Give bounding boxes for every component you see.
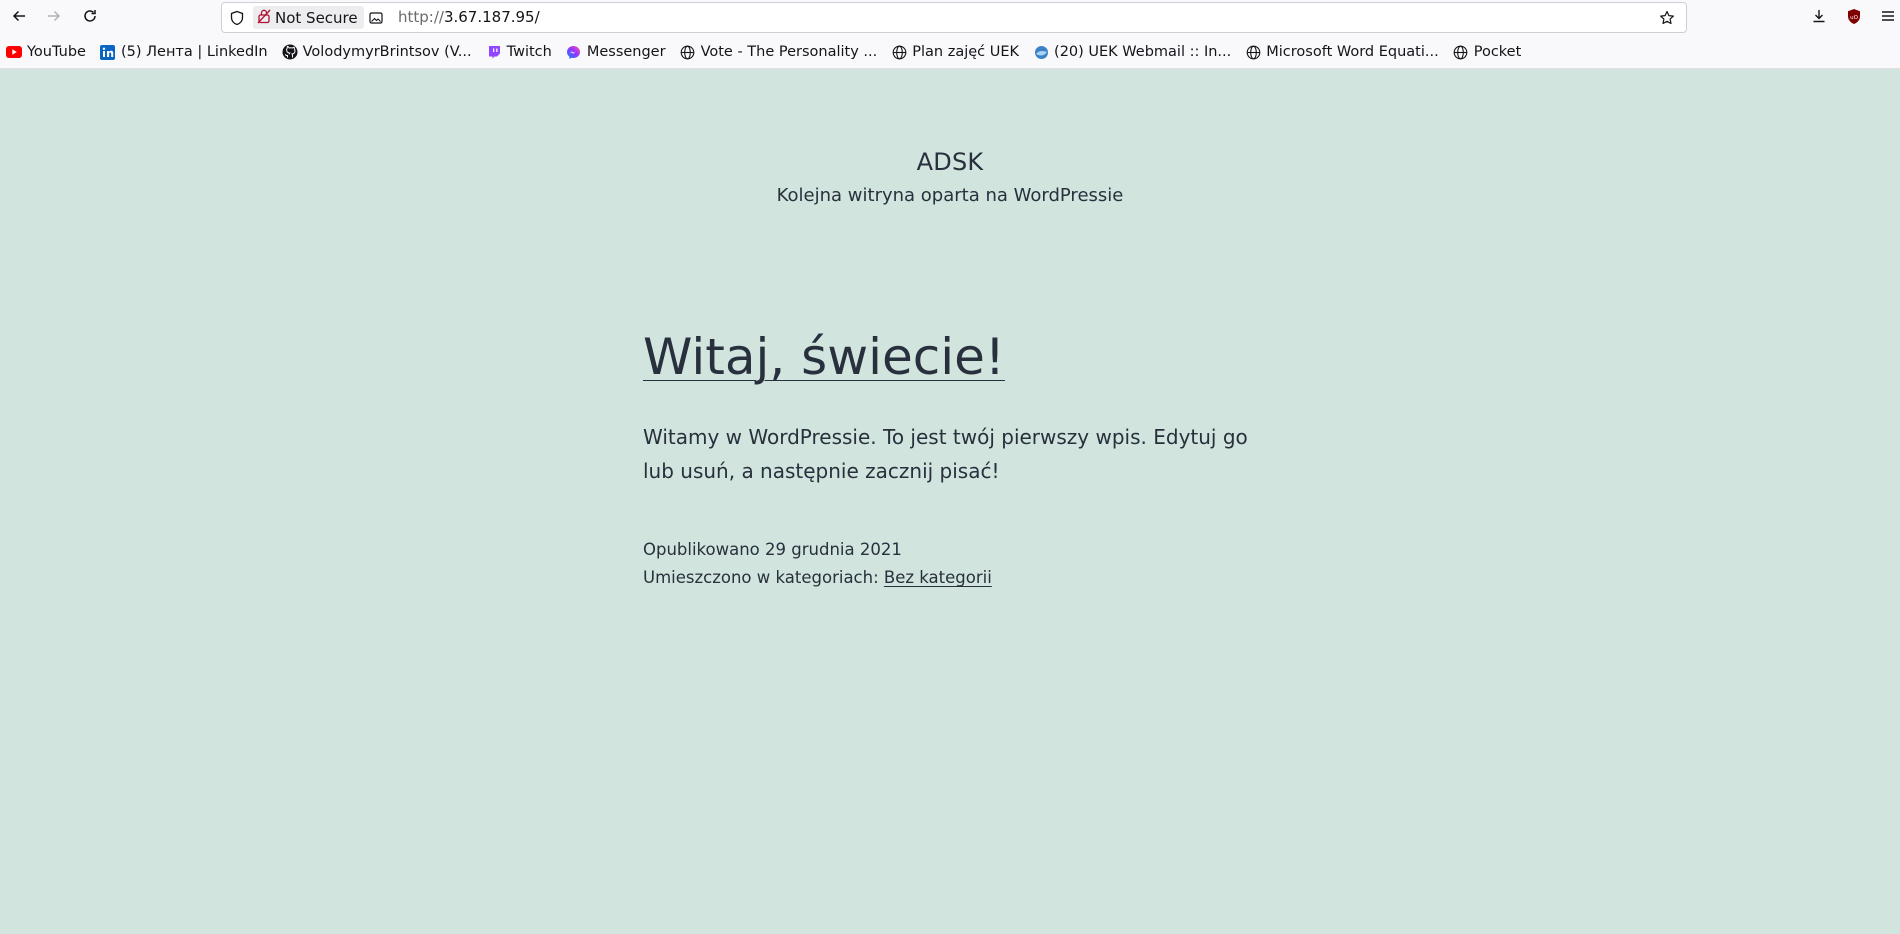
reload-icon xyxy=(82,8,98,28)
github-icon xyxy=(282,44,298,60)
globe-icon xyxy=(1245,44,1261,60)
ublock-extension-button[interactable]: uO xyxy=(1844,8,1864,28)
bookmark-star-icon[interactable] xyxy=(1658,9,1676,27)
url-host: 3.67.187.95/ xyxy=(443,8,540,26)
url-text[interactable]: http://3.67.187.95/ xyxy=(398,8,540,26)
linkedin-icon xyxy=(100,44,116,60)
bookmark-pocket[interactable]: Pocket xyxy=(1453,40,1522,64)
page-image-icon[interactable] xyxy=(368,10,384,26)
post-categories: Umieszczono w kategoriach: Bez kategorii xyxy=(643,568,992,587)
tracking-shield-icon[interactable] xyxy=(228,9,246,27)
bookmark-label: YouTube xyxy=(27,44,86,60)
reload-button[interactable] xyxy=(78,6,102,30)
bookmark-uek-webmail[interactable]: (20) UEK Webmail :: In... xyxy=(1033,40,1231,64)
hamburger-menu-icon xyxy=(1880,8,1896,28)
twitch-icon xyxy=(486,44,502,60)
app-menu-button[interactable] xyxy=(1878,8,1898,28)
bookmark-word-equations[interactable]: Microsoft Word Equati... xyxy=(1245,40,1439,64)
bookmark-label: (5) Лента | LinkedIn xyxy=(120,44,268,60)
bookmark-label: Messenger xyxy=(586,44,666,60)
post-content: Witamy w WordPressie. To jest twój pierw… xyxy=(643,425,1248,483)
globe-icon xyxy=(891,44,907,60)
back-button[interactable] xyxy=(7,6,31,30)
arrow-right-icon xyxy=(46,8,62,28)
bookmark-label: Pocket xyxy=(1473,44,1522,60)
url-protocol: http:// xyxy=(398,8,444,26)
bookmark-label: Plan zajęć UEK xyxy=(912,44,1020,60)
post-published-date: Opublikowano 29 grudnia 2021 xyxy=(643,540,902,559)
messenger-icon xyxy=(566,44,582,60)
globe-icon xyxy=(1453,44,1469,60)
bookmark-twitch[interactable]: Twitch xyxy=(486,40,552,64)
not-secure-label: Not Secure xyxy=(275,8,358,27)
webmail-icon xyxy=(1033,44,1049,60)
globe-icon xyxy=(680,44,696,60)
site-title[interactable]: ADSK xyxy=(0,148,1900,176)
browser-toolbar: Not Secure http://3.67.187.95/ uO xyxy=(0,0,1900,36)
broken-lock-icon xyxy=(257,8,271,28)
bookmark-plan-zajec[interactable]: Plan zajęć UEK xyxy=(891,40,1019,64)
download-icon xyxy=(1811,8,1827,28)
bookmarks-toolbar: YouTube (5) Лента | LinkedIn VolodymyrBr… xyxy=(0,36,1900,69)
bookmark-linkedin[interactable]: (5) Лента | LinkedIn xyxy=(100,40,268,64)
youtube-icon xyxy=(6,44,22,60)
bookmark-label: VolodymyrBrintsov (V... xyxy=(302,44,472,60)
categories-label: Umieszczono w kategoriach: xyxy=(643,568,884,587)
ublock-shield-icon: uO xyxy=(1846,8,1862,29)
address-bar[interactable]: Not Secure http://3.67.187.95/ xyxy=(221,2,1687,33)
bookmark-label: (20) UEK Webmail :: In... xyxy=(1054,44,1232,60)
bookmark-label: Vote - The Personality ... xyxy=(700,44,878,60)
post-title-link[interactable]: Witaj, świecie! xyxy=(643,328,1005,386)
bookmark-github[interactable]: VolodymyrBrintsov (V... xyxy=(282,40,472,64)
bookmark-label: Twitch xyxy=(506,44,552,60)
arrow-left-icon xyxy=(11,8,27,28)
forward-button[interactable] xyxy=(42,6,66,30)
category-link[interactable]: Bez kategorii xyxy=(884,568,992,587)
downloads-button[interactable] xyxy=(1809,8,1829,28)
bookmark-label: Microsoft Word Equati... xyxy=(1266,44,1439,60)
site-description: Kolejna witryna oparta na WordPressie xyxy=(776,185,1124,206)
bookmark-personality-vote[interactable]: Vote - The Personality ... xyxy=(680,40,878,64)
bookmark-youtube[interactable]: YouTube xyxy=(6,40,86,64)
not-secure-badge[interactable]: Not Secure xyxy=(253,6,364,29)
bookmark-messenger[interactable]: Messenger xyxy=(566,40,666,64)
svg-text:uO: uO xyxy=(1850,15,1858,21)
